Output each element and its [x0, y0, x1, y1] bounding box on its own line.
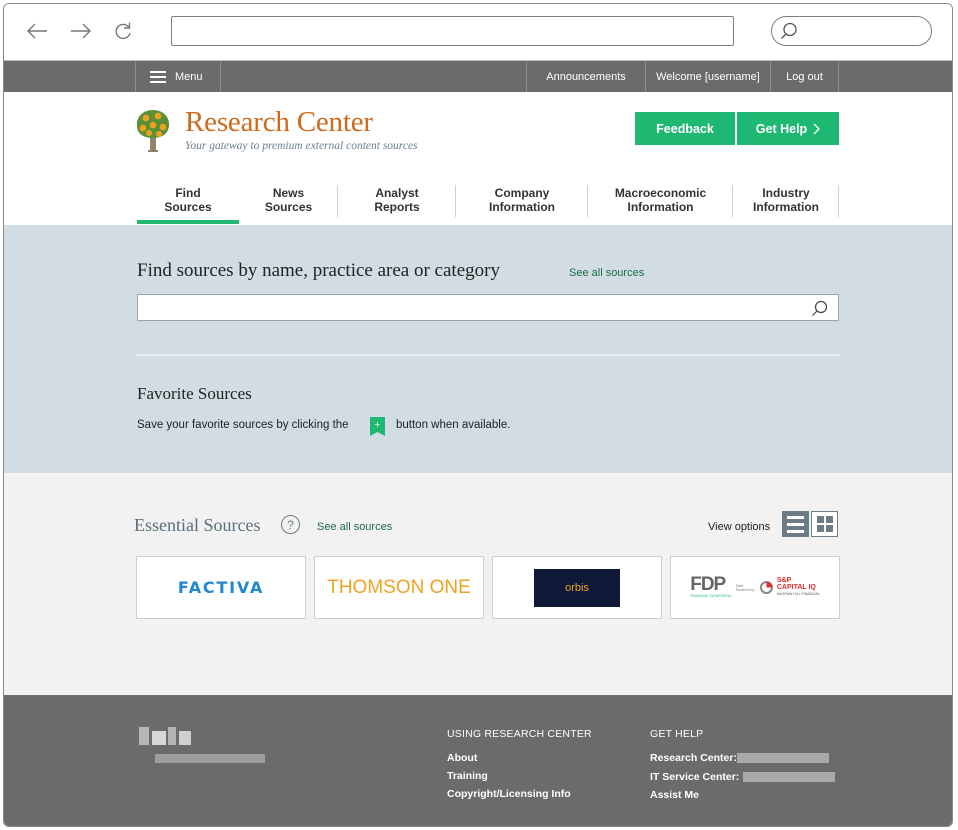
tab-label-line2: Sources	[264, 200, 313, 214]
find-sources-panel: Find sources by name, practice area or c…	[4, 225, 952, 473]
search-icon[interactable]	[811, 300, 828, 322]
site-title[interactable]: Research Center	[185, 106, 373, 139]
orbis-logo: orbis	[534, 568, 620, 607]
capital-iq-text: CAPITAL IQ	[776, 584, 816, 591]
logout-link[interactable]: Log out	[770, 61, 839, 92]
site-tagline: Your gateway to premium external content…	[185, 140, 418, 152]
tab-label-line2: Sources	[164, 200, 212, 214]
tab-label-line2: Information	[489, 200, 555, 214]
favorite-instructions-end: button when available.	[396, 419, 511, 431]
tab-find-sources[interactable]: Find Sources	[137, 185, 239, 224]
get-help-label: Get Help	[755, 121, 808, 136]
redacted-phone	[743, 772, 835, 782]
menu-button[interactable]: Menu	[135, 61, 221, 92]
tree-logo-icon[interactable]	[134, 108, 172, 157]
sp-logo-mark	[759, 581, 773, 594]
search-icon	[780, 22, 798, 45]
source-search-input[interactable]	[137, 294, 839, 321]
forward-arrow-icon[interactable]	[68, 18, 94, 44]
tab-label-line1: Company	[494, 186, 550, 200]
tab-label-line1: Find	[175, 186, 201, 200]
footer-heading-using: USING RESEARCH CENTER	[447, 728, 592, 740]
tab-label-line1: Industry	[762, 186, 810, 200]
menu-label: Menu	[175, 70, 203, 83]
see-all-sources-link[interactable]: See all sources	[569, 267, 644, 279]
footer-research-center-contact: Research Center:	[650, 752, 737, 764]
main-nav-tabs: Find Sources News Sources Analyst Report…	[137, 185, 839, 224]
search-heading: Find sources by name, practice area or c…	[137, 260, 500, 281]
back-arrow-icon[interactable]	[24, 18, 50, 44]
tab-label-line2: Information	[627, 200, 694, 214]
feedback-label: Feedback	[656, 121, 714, 136]
source-card-thomson-one[interactable]: THOMSON ONE	[314, 556, 484, 619]
fdp-powered-by: Data Powered by	[735, 583, 755, 592]
footer-link-copyright[interactable]: Copyright/Licensing Info	[447, 788, 571, 800]
get-help-button[interactable]: Get Help	[737, 112, 839, 145]
tab-label-line1: News	[272, 186, 305, 200]
utility-bar: Menu Announcements Welcome [username] Lo…	[4, 61, 952, 92]
source-card-orbis[interactable]: orbis	[492, 556, 662, 619]
hamburger-icon	[150, 68, 166, 86]
svg-text:+: +	[374, 420, 381, 429]
welcome-label: Welcome [username]	[656, 70, 760, 83]
site-footer: USING RESEARCH CENTER About Training Cop…	[4, 695, 952, 826]
footer-heading-help: GET HELP	[650, 728, 704, 740]
essential-sources-section: Essential Sources ? See all sources View…	[4, 473, 952, 695]
footer-link-assist-me[interactable]: Assist Me	[650, 789, 699, 801]
source-card-factiva[interactable]: FACTIVA	[136, 556, 306, 619]
announcements-link[interactable]: Announcements	[526, 61, 645, 92]
fdp-logo: FDP FINANCIAL DATAPORTAL Data Powered by…	[690, 574, 820, 599]
section-divider	[137, 354, 839, 356]
browser-toolbar	[4, 4, 952, 61]
tab-analyst-reports[interactable]: Analyst Reports	[338, 185, 456, 224]
tab-label-line2: Reports	[374, 200, 420, 214]
see-all-sources-link[interactable]: See all sources	[317, 521, 392, 533]
essential-sources-heading: Essential Sources	[134, 515, 261, 535]
app-window: Menu Announcements Welcome [username] Lo…	[3, 3, 953, 827]
sp-logo-text: S&P	[776, 577, 792, 584]
fdp-caption: FINANCIAL DATAPORTAL	[690, 594, 732, 598]
logout-label: Log out	[786, 70, 823, 83]
reload-icon[interactable]	[110, 18, 136, 44]
tab-label-line1: Macroeconomic	[614, 186, 707, 200]
announcements-label: Announcements	[546, 70, 626, 83]
list-view-icon[interactable]	[782, 511, 809, 537]
orbis-logo-text: orbis	[565, 581, 589, 594]
fdp-logo-text: FDP	[690, 574, 726, 595]
help-icon[interactable]: ?	[281, 515, 300, 534]
tab-news-sources[interactable]: News Sources	[239, 185, 338, 224]
plus-icon: +	[370, 417, 385, 436]
url-bar[interactable]	[171, 16, 734, 46]
footer-link-training[interactable]: Training	[447, 770, 488, 782]
tab-company-information[interactable]: Company Information	[456, 185, 588, 224]
tab-macroeconomic-information[interactable]: Macroeconomic Information	[588, 185, 733, 224]
favorite-sources-heading: Favorite Sources	[137, 384, 252, 403]
favorite-instructions: Save your favorite sources by clicking t…	[137, 419, 349, 431]
tab-divider	[838, 185, 839, 217]
grid-view-icon[interactable]	[811, 511, 838, 537]
thomson-one-logo: THOMSON ONE	[327, 576, 471, 598]
view-options-label: View options	[708, 521, 771, 533]
help-glyph: ?	[287, 517, 294, 532]
chevron-right-icon	[813, 123, 821, 135]
tab-industry-information[interactable]: Industry Information	[733, 185, 839, 224]
source-card-fdp[interactable]: FDP FINANCIAL DATAPORTAL Data Powered by…	[670, 556, 840, 619]
factiva-logo: FACTIVA	[177, 578, 265, 597]
browser-search-field[interactable]	[771, 16, 932, 46]
footer-link-about[interactable]: About	[447, 752, 477, 764]
welcome-user[interactable]: Welcome [username]	[645, 61, 770, 92]
footer-it-service-contact: IT Service Center:	[650, 771, 740, 783]
redacted-phone	[737, 753, 829, 763]
mcgraw-hill-text: McGRAW HILL FINANCIAL	[776, 592, 820, 596]
tab-label-line1: Analyst	[375, 186, 419, 200]
feedback-button[interactable]: Feedback	[635, 112, 735, 145]
tab-label-line2: Information	[753, 200, 819, 214]
